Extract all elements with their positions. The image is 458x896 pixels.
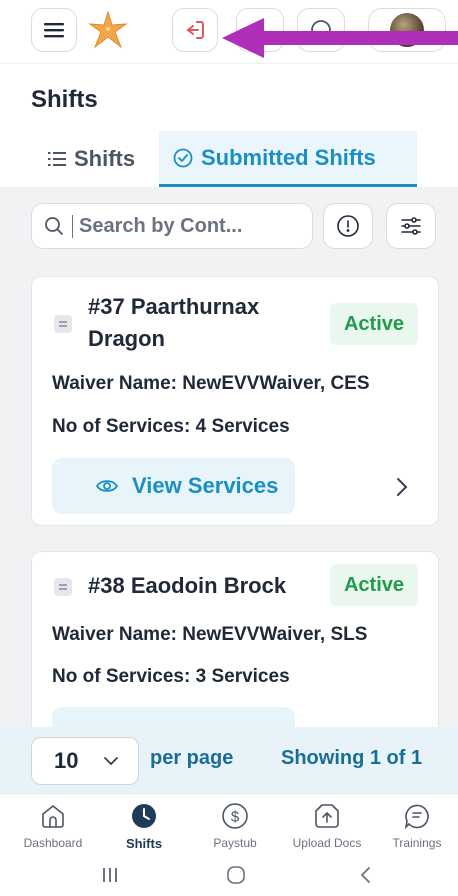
services-label: No of Services: [52, 666, 191, 687]
recent-apps-icon[interactable] [100, 865, 120, 885]
nav-dashboard[interactable]: Dashboard [18, 802, 88, 850]
training-icon [404, 804, 429, 830]
services-row: No of Services: 4 Services [52, 416, 290, 438]
chevron-right-icon[interactable] [396, 477, 408, 497]
per-page-label: per page [150, 747, 234, 769]
services-value: 3 Services [195, 666, 290, 687]
search-icon [45, 217, 63, 235]
eye-icon [96, 480, 118, 492]
clock-icon [132, 804, 156, 828]
waiver-row: Waiver Name: NewEVVWaiver, SLS [52, 624, 367, 646]
shift-doc-icon [54, 578, 72, 596]
tab-bar: Shifts Submitted Shifts [0, 131, 458, 187]
nav-trainings-label: Trainings [392, 836, 442, 850]
waiver-row: Waiver Name: NewEVVWaiver, CES [52, 373, 370, 395]
shift-card[interactable]: #37 Paarthurnax Dragon Active Waiver Nam… [31, 276, 439, 526]
home-system-icon[interactable] [226, 865, 246, 885]
nav-shifts[interactable]: Shifts [112, 802, 176, 851]
annotation-arrow [222, 18, 458, 58]
waiver-value: NewEVVWaiver, SLS [182, 624, 368, 645]
services-row: No of Services: 3 Services [52, 666, 290, 688]
waiver-label: Waiver Name: [52, 624, 177, 645]
shift-doc-icon [54, 315, 72, 333]
search-box[interactable] [31, 203, 313, 249]
shift-title-line2: Dragon [88, 326, 165, 351]
nav-paystub[interactable]: $ Paystub [202, 802, 268, 850]
check-circle-icon [173, 148, 193, 167]
shift-title-line1: #38 Eaodoin Brock [88, 573, 287, 598]
shift-title: #37 Paarthurnax Dragon [88, 291, 259, 355]
waiver-label: Waiver Name: [52, 373, 177, 394]
showing-count: Showing 1 of 1 [281, 747, 423, 769]
nav-upload-docs-label: Upload Docs [292, 836, 362, 850]
view-services-button[interactable]: View Services [52, 458, 295, 514]
services-label: No of Services: [52, 416, 191, 437]
menu-button[interactable] [31, 8, 77, 52]
sliders-icon [401, 217, 421, 235]
info-icon [337, 215, 359, 237]
status-badge: Active [329, 303, 418, 345]
waiver-value: NewEVVWaiver, CES [182, 373, 370, 394]
shift-title-line1: #37 Paarthurnax [88, 294, 260, 319]
tab-shifts[interactable]: Shifts [48, 131, 135, 187]
nav-dashboard-label: Dashboard [23, 836, 83, 850]
list-icon [48, 152, 66, 166]
dollar-icon: $ [222, 803, 248, 829]
page-size-value: 10 [54, 748, 79, 773]
nav-paystub-label: Paystub [213, 836, 257, 850]
svg-text:$: $ [231, 809, 240, 826]
tab-submitted-shifts[interactable]: Submitted Shifts [159, 131, 417, 187]
bottom-nav: Dashboard Shifts $ Paystub Upload Docs T… [0, 793, 458, 855]
nav-upload-docs[interactable]: Upload Docs [284, 802, 370, 850]
view-services-label: View Services [132, 473, 279, 498]
hamburger-icon [44, 23, 64, 38]
shift-list-area: #37 Paarthurnax Dragon Active Waiver Nam… [0, 187, 458, 727]
chevron-down-icon [104, 757, 118, 766]
logout-icon [187, 21, 204, 39]
services-value: 4 Services [195, 416, 290, 437]
tab-shifts-label: Shifts [74, 146, 136, 171]
search-input[interactable] [72, 214, 292, 238]
page-size-select[interactable]: 10 [31, 737, 139, 785]
view-services-button[interactable] [52, 707, 295, 727]
shift-title: #38 Eaodoin Brock [88, 570, 286, 602]
top-bar [0, 0, 458, 64]
page-title: Shifts [31, 86, 98, 113]
logout-button[interactable] [172, 8, 218, 52]
tab-submitted-shifts-label: Submitted Shifts [201, 144, 376, 170]
shift-card[interactable]: #38 Eaodoin Brock Active Waiver Name: Ne… [31, 551, 439, 727]
back-icon[interactable] [356, 865, 376, 885]
upload-icon [315, 804, 339, 828]
nav-trainings[interactable]: Trainings [384, 802, 450, 850]
home-icon [42, 804, 64, 828]
info-button[interactable] [323, 203, 373, 249]
system-nav-bar [0, 855, 458, 896]
filter-button[interactable] [386, 203, 436, 249]
pagination-bar: 10 per page Showing 1 of 1 [0, 727, 458, 793]
starfish-logo-icon [88, 10, 128, 49]
status-badge: Active [329, 564, 418, 606]
nav-shifts-label: Shifts [125, 836, 163, 851]
